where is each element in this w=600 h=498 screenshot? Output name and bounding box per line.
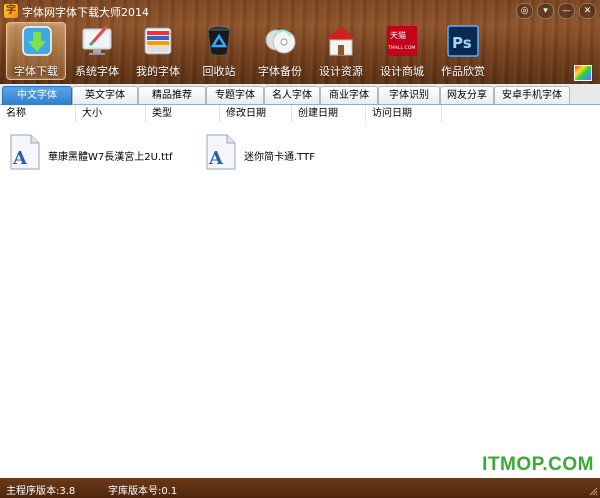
house-icon (326, 26, 356, 56)
toolbar-recycle-bin[interactable]: 回收站 (189, 22, 249, 80)
file-list[interactable]: A 華康黑體W7長漢宮上2U.ttf A 迷你简卡通.TTF ITMOP.COM (0, 122, 600, 478)
toolbar-label: 系统字体 (75, 65, 119, 78)
toolbar-font-download[interactable]: 字体下载 (6, 22, 66, 80)
toolbar-design-resources[interactable]: 设计资源 (311, 22, 371, 80)
category-tabs: 中文字体 英文字体 精品推荐 专题字体 名人字体 商业字体 字体识别 网友分享 … (0, 84, 600, 105)
app-window: 字 字体网字体下载大师2014 ◎ ▾ — ✕ 字体下载 系统字体 我的字体 回… (0, 0, 600, 498)
toolbar-label: 设计商城 (380, 65, 424, 78)
toolbar-label: 作品欣赏 (441, 65, 485, 78)
toolbar-design-mall[interactable]: 天猫 TMALL.COM 设计商城 (372, 22, 432, 80)
recycle-bin-icon (207, 25, 231, 56)
main-toolbar: 字体下载 系统字体 我的字体 回收站 字体备份 设计资源 天猫 TMALL.CO… (6, 22, 494, 82)
tab-font-recognition[interactable]: 字体识别 (378, 86, 440, 104)
tab-topic-fonts[interactable]: 专题字体 (206, 86, 264, 104)
tab-english-fonts[interactable]: 英文字体 (72, 86, 138, 104)
toolbar-works-gallery[interactable]: Ps 作品欣赏 (433, 22, 493, 80)
file-name: 迷你简卡通.TTF (244, 152, 315, 163)
status-bar: 主程序版本:3.8 字库版本号:0.1 (0, 478, 600, 498)
column-name[interactable]: 名称 (0, 105, 76, 122)
svg-text:Ps: Ps (452, 34, 472, 52)
toolbar-system-fonts[interactable]: 系统字体 (67, 22, 127, 80)
tab-android-fonts[interactable]: 安卓手机字体 (494, 86, 570, 104)
font-file-icon: A (206, 134, 236, 170)
window-controls: ◎ ▾ — ✕ (516, 3, 596, 19)
tab-chinese-fonts[interactable]: 中文字体 (2, 86, 72, 105)
window-title: 字体网字体下载大师2014 (22, 6, 149, 19)
column-header: 名称 大小 类型 修改日期 创建日期 访问日期 (0, 105, 600, 123)
resize-grip-icon[interactable] (588, 486, 598, 496)
program-version: 主程序版本:3.8 (6, 486, 76, 497)
column-type[interactable]: 类型 (146, 105, 220, 122)
tmall-icon: 天猫 TMALL.COM (387, 26, 417, 56)
list-item[interactable]: A 迷你简卡通.TTF (206, 134, 356, 174)
photoshop-icon: Ps (447, 25, 479, 57)
svg-text:A: A (12, 148, 28, 169)
download-icon (22, 26, 52, 56)
color-palette-icon[interactable] (574, 65, 592, 81)
site-watermark: ITMOP.COM (482, 454, 594, 475)
menu-button[interactable]: ▾ (537, 3, 554, 19)
toolbar-label: 字体下载 (14, 65, 58, 78)
title-bar[interactable]: 字 字体网字体下载大师2014 ◎ ▾ — ✕ (0, 0, 600, 22)
svg-text:天猫: 天猫 (390, 30, 406, 40)
toolbar-label: 字体备份 (258, 65, 302, 78)
tab-commercial-fonts[interactable]: 商业字体 (320, 86, 378, 104)
column-accessed-date[interactable]: 访问日期 (366, 105, 442, 122)
toolbar-label: 我的字体 (136, 65, 180, 78)
folder-fonts-icon (144, 27, 172, 55)
toolbar-label: 回收站 (202, 65, 236, 78)
toolbar-label: 设计资源 (319, 65, 363, 78)
library-version: 字库版本号:0.1 (108, 486, 178, 497)
toolbar-my-fonts[interactable]: 我的字体 (128, 22, 188, 80)
feedback-button[interactable]: ◎ (516, 3, 533, 19)
svg-text:A: A (208, 148, 224, 169)
close-button[interactable]: ✕ (579, 3, 596, 19)
tab-user-shares[interactable]: 网友分享 (440, 86, 494, 104)
column-modified-date[interactable]: 修改日期 (220, 105, 292, 122)
toolbar-font-backup[interactable]: 字体备份 (250, 22, 310, 80)
font-file-icon: A (10, 134, 40, 170)
list-item[interactable]: A 華康黑體W7長漢宮上2U.ttf (10, 134, 200, 174)
svg-text:TMALL.COM: TMALL.COM (387, 45, 415, 51)
minimize-button[interactable]: — (558, 3, 575, 19)
column-size[interactable]: 大小 (76, 105, 146, 122)
column-created-date[interactable]: 创建日期 (292, 105, 366, 122)
file-name: 華康黑體W7長漢宮上2U.ttf (48, 152, 173, 163)
cd-backup-icon (265, 29, 296, 54)
tab-celebrity-fonts[interactable]: 名人字体 (264, 86, 320, 104)
tab-featured[interactable]: 精品推荐 (138, 86, 206, 104)
monitor-brush-icon (82, 25, 112, 55)
header-wood-panel: 字 字体网字体下载大师2014 ◎ ▾ — ✕ 字体下载 系统字体 我的字体 回… (0, 0, 600, 84)
app-logo-icon: 字 (4, 4, 18, 18)
